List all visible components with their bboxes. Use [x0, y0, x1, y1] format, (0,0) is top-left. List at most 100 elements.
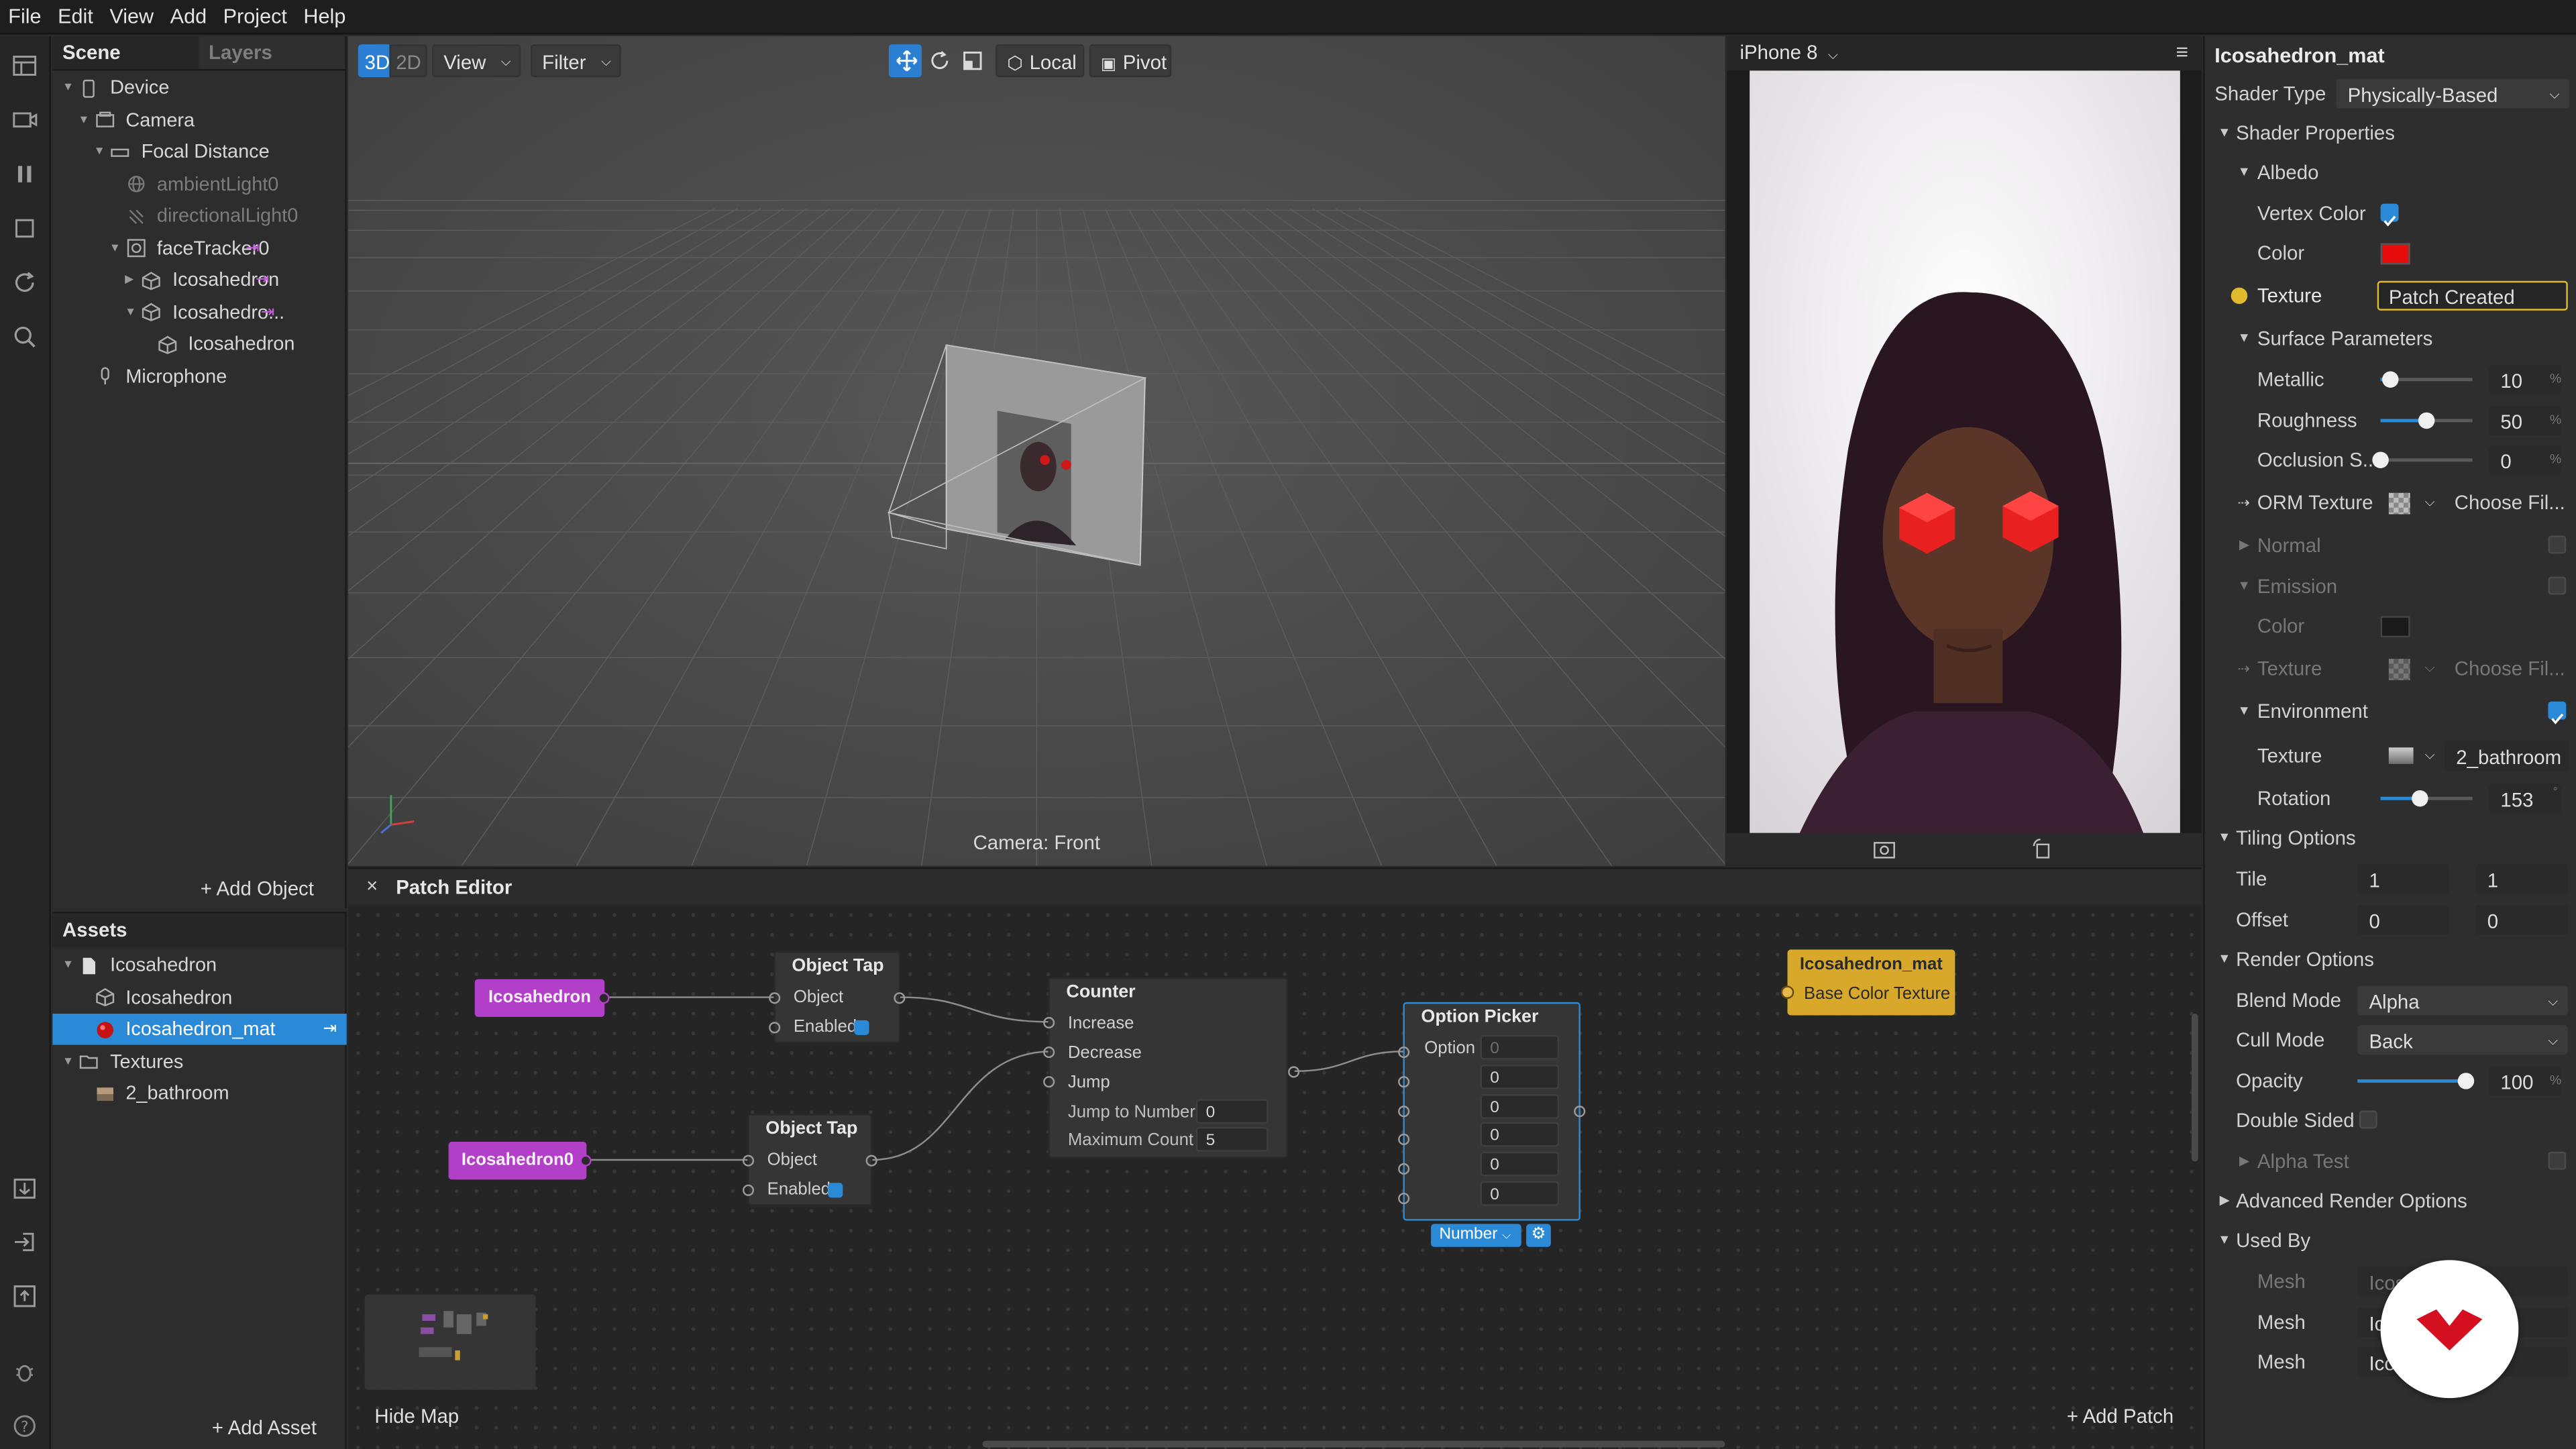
input-port-icon[interactable]	[1043, 1046, 1055, 1059]
asset-item[interactable]: Icosahedron	[52, 981, 232, 1013]
emission-checkbox[interactable]	[2548, 576, 2567, 595]
input-port-icon[interactable]	[1043, 1076, 1055, 1088]
env-texture-thumbnail[interactable]	[2388, 747, 2414, 764]
gear-icon[interactable]: ⚙	[1526, 1224, 1551, 1247]
rotation-value[interactable]: 153	[2489, 784, 2561, 814]
offset-x-field[interactable]: 0	[2357, 905, 2450, 935]
asset-item[interactable]: ▼ Icosahedron	[52, 950, 217, 981]
option-picker-value-field[interactable]: 0	[1480, 1122, 1560, 1147]
output-port-icon[interactable]	[598, 992, 610, 1004]
patch-minimap[interactable]	[364, 1294, 536, 1390]
albedo-texture-field[interactable]: Patch Created	[2377, 280, 2568, 311]
caret-down-icon[interactable]: ▼	[125, 297, 141, 328]
viewport-3d[interactable]: 3D 2D View ⌵ Filter ⌵ ⬡ Local ▣ Pivot Camera…	[348, 36, 1725, 866]
output-port-icon[interactable]	[865, 1155, 877, 1167]
environment-checkbox[interactable]	[2548, 701, 2567, 724]
hide-map-button[interactable]: Hide Map	[374, 1405, 459, 1428]
caret-down-icon[interactable]: ▼	[2238, 692, 2251, 731]
tab-scene[interactable]: Scene	[52, 36, 199, 69]
orm-choose-file[interactable]: Choose Fil...	[2455, 483, 2565, 523]
caret-down-icon[interactable]: ▼	[78, 105, 94, 136]
caret-right-icon[interactable]: ▶	[2220, 1181, 2230, 1221]
albedo-header[interactable]: Albedo	[2257, 153, 2319, 193]
normal-checkbox[interactable]	[2548, 535, 2567, 554]
patch-icosahedron[interactable]: Icosahedron	[474, 979, 605, 1017]
input-port-icon[interactable]	[742, 1155, 755, 1167]
output-port-icon[interactable]	[894, 992, 906, 1004]
output-port-icon[interactable]	[1288, 1066, 1300, 1078]
scene-tree-item[interactable]: Icosahedron	[52, 329, 294, 360]
input-port-icon[interactable]	[1398, 1106, 1410, 1118]
object-tap-enabled-checkbox[interactable]	[828, 1183, 843, 1198]
video-icon[interactable]	[11, 107, 38, 133]
input-port-icon[interactable]	[1398, 1076, 1410, 1088]
pause-icon[interactable]	[11, 161, 38, 187]
checker-texture-icon[interactable]	[2388, 492, 2410, 515]
patch-object-tap-1[interactable]: Object Tap Object Enabled	[773, 951, 901, 1044]
caret-down-icon[interactable]: ▼	[2238, 319, 2251, 358]
object-tap-enabled-checkbox[interactable]	[854, 1020, 869, 1035]
scene-tree-item[interactable]: ▼ Focal Distance	[52, 136, 270, 168]
patch-arrow-icon[interactable]: ⇢	[2238, 649, 2250, 688]
add-patch-button[interactable]: + Add Patch	[2067, 1405, 2174, 1428]
scene-tree-item[interactable]: ▼ faceTracker0 ⇥	[52, 233, 270, 264]
caret-right-icon[interactable]: ▶	[2239, 1142, 2249, 1181]
menu-help[interactable]: Help	[295, 0, 354, 34]
input-port-icon[interactable]	[1398, 1192, 1410, 1205]
menu-icon[interactable]: ≡	[2176, 40, 2188, 64]
tiling-options-header[interactable]: Tiling Options	[2236, 818, 2356, 858]
opacity-slider-knob[interactable]	[2457, 1073, 2475, 1089]
input-port-icon[interactable]	[742, 1184, 755, 1196]
patch-option-picker[interactable]: Option Picker Option 0 0 0 0 0 0	[1403, 1002, 1580, 1221]
link-arrow-icon[interactable]: ⇥	[323, 1014, 337, 1045]
scene-tree-item[interactable]: directionalLight0	[52, 201, 298, 232]
input-port-icon[interactable]	[769, 1022, 781, 1034]
caret-down-icon[interactable]: ▼	[2218, 1221, 2231, 1260]
menu-add[interactable]: Add	[162, 0, 215, 34]
vertical-scrollbar[interactable]	[2191, 1014, 2198, 1162]
advanced-render-options-header[interactable]: Advanced Render Options	[2236, 1181, 2467, 1221]
normal-header[interactable]: Normal	[2257, 526, 2321, 566]
refresh-icon[interactable]	[11, 270, 38, 296]
screenshot-icon[interactable]	[1873, 838, 1896, 864]
menu-project[interactable]: Project	[215, 0, 295, 34]
emission-header[interactable]: Emission	[2257, 567, 2337, 606]
asset-item[interactable]: Icosahedron_mat ⇥	[52, 1014, 347, 1045]
metallic-slider-knob[interactable]	[2381, 371, 2398, 388]
patch-arrow-icon[interactable]: ⇢	[2238, 483, 2250, 523]
caret-down-icon[interactable]: ▼	[2238, 567, 2251, 606]
option-picker-value-field[interactable]: 0	[1480, 1151, 1560, 1177]
shader-properties-header[interactable]: Shader Properties	[2236, 113, 2395, 153]
alpha-test-checkbox[interactable]	[2548, 1151, 2567, 1170]
patch-link-icon[interactable]	[2231, 287, 2248, 305]
input-port-icon[interactable]	[1398, 1133, 1410, 1145]
emission-color-swatch[interactable]	[2380, 616, 2410, 638]
caret-down-icon[interactable]: ▼	[62, 950, 78, 981]
albedo-color-swatch[interactable]	[2380, 243, 2410, 265]
vertex-color-checkbox[interactable]	[2380, 203, 2399, 227]
caret-down-icon[interactable]: ▼	[2218, 818, 2231, 858]
device-dropdown[interactable]: iPhone 8 ⌵	[1739, 41, 1837, 64]
caret-right-icon[interactable]: ▶	[2239, 526, 2249, 566]
option-picker-value-field[interactable]: 0	[1480, 1064, 1560, 1089]
patch-object-tap-2[interactable]: Object Tap Object Enabled	[747, 1114, 873, 1206]
caret-down-icon[interactable]: ▼	[62, 1046, 78, 1077]
option-picker-value-field[interactable]: 0	[1480, 1181, 1560, 1206]
patch-icosahedron0[interactable]: Icosahedron0	[448, 1142, 587, 1180]
counter-maximum-count-field[interactable]: 5	[1195, 1127, 1269, 1152]
pivot-button[interactable]: ▣ Pivot	[1089, 44, 1172, 78]
asset-item[interactable]: 2_bathroom	[52, 1078, 229, 1110]
render-options-header[interactable]: Render Options	[2236, 940, 2374, 979]
rotate-device-icon[interactable]	[2031, 838, 2053, 864]
tile-x-field[interactable]: 1	[2357, 864, 2450, 894]
menu-edit[interactable]: Edit	[50, 0, 101, 34]
caret-right-icon[interactable]: ▶	[125, 264, 141, 296]
local-space-button[interactable]: ⬡ Local	[996, 44, 1085, 78]
stop-icon[interactable]	[11, 215, 38, 241]
add-asset-button[interactable]: + Add Asset	[212, 1416, 317, 1439]
help-icon[interactable]: ?	[11, 1413, 38, 1439]
scene-tree-item[interactable]: ▶ Icosahedron ⇥	[52, 264, 279, 296]
checker-texture-icon[interactable]	[2388, 659, 2410, 680]
option-picker-option-field[interactable]: 0	[1480, 1034, 1560, 1060]
caret-down-icon[interactable]: ▼	[109, 233, 125, 264]
